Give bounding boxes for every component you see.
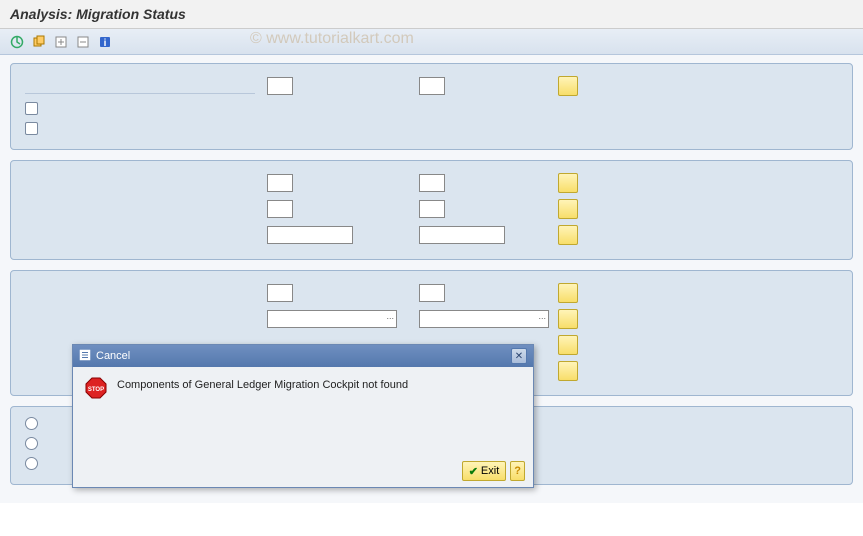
multi-select-button[interactable] — [558, 309, 578, 329]
dialog-titlebar: Cancel ✕ — [73, 345, 533, 367]
dialog-footer: ✔ Exit ? — [462, 461, 525, 481]
toolbar: i — [0, 29, 863, 55]
multi-select-button[interactable] — [558, 173, 578, 193]
multi-select-button[interactable] — [558, 199, 578, 219]
input-field[interactable] — [267, 200, 293, 218]
input-field[interactable] — [419, 174, 445, 192]
input-field[interactable] — [419, 77, 445, 95]
radio-option[interactable] — [25, 437, 38, 450]
input-field[interactable] — [267, 226, 353, 244]
multi-select-button[interactable] — [558, 76, 578, 96]
input-field[interactable] — [419, 310, 549, 328]
multi-select-button[interactable] — [558, 335, 578, 355]
input-field[interactable] — [267, 77, 293, 95]
dialog-title-text: Cancel — [96, 350, 130, 362]
input-field[interactable] — [267, 310, 397, 328]
execute-icon[interactable] — [8, 33, 26, 51]
input-field[interactable] — [419, 200, 445, 218]
help-button[interactable]: ? — [510, 461, 525, 481]
help-icon: ? — [514, 465, 521, 477]
radio-option[interactable] — [25, 417, 38, 430]
multi-select-button[interactable] — [558, 361, 578, 381]
field-label — [25, 78, 255, 94]
page-title: Analysis: Migration Status — [0, 0, 863, 29]
info-icon[interactable]: i — [96, 33, 114, 51]
input-field[interactable] — [267, 174, 293, 192]
dialog-message: Components of General Ledger Migration C… — [117, 377, 408, 399]
close-icon[interactable]: ✕ — [511, 348, 527, 364]
check-icon: ✔ — [469, 465, 478, 478]
stop-icon: STOP — [85, 377, 107, 399]
multi-select-button[interactable] — [558, 225, 578, 245]
dialog-body: STOP Components of General Ledger Migrat… — [73, 367, 533, 409]
collapse-icon[interactable] — [74, 33, 92, 51]
input-field[interactable] — [419, 226, 505, 244]
radio-option[interactable] — [25, 457, 38, 470]
multi-select-button[interactable] — [558, 283, 578, 303]
get-variant-icon[interactable] — [30, 33, 48, 51]
checkbox[interactable] — [25, 122, 38, 135]
expand-icon[interactable] — [52, 33, 70, 51]
dialog-title-icon — [79, 349, 91, 364]
selection-panel-2 — [10, 160, 853, 260]
input-field[interactable] — [419, 284, 445, 302]
input-field[interactable] — [267, 284, 293, 302]
exit-button[interactable]: ✔ Exit — [462, 461, 507, 481]
selection-panel-1 — [10, 63, 853, 150]
cancel-dialog: Cancel ✕ STOP Components of General Ledg… — [72, 344, 534, 488]
svg-text:STOP: STOP — [88, 387, 104, 393]
svg-text:i: i — [104, 38, 107, 49]
checkbox[interactable] — [25, 102, 38, 115]
exit-button-label: Exit — [481, 465, 499, 477]
